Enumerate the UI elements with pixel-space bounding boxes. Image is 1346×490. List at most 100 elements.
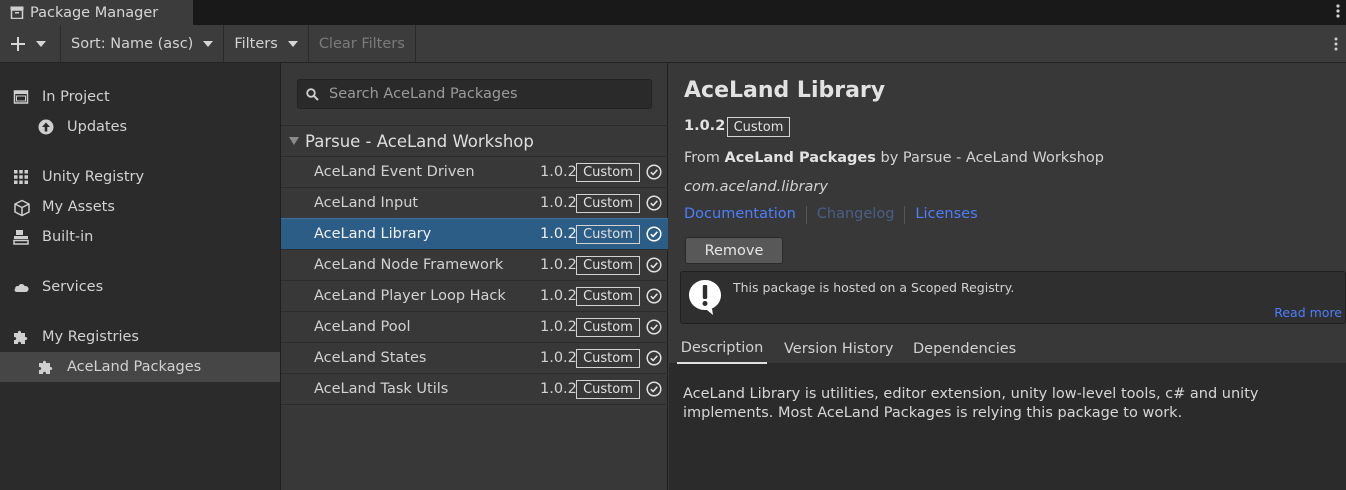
- filters-dropdown[interactable]: Filters: [224, 25, 309, 62]
- chevron-down-icon: [203, 40, 214, 47]
- sidebar-item-built-in[interactable]: Built-in: [0, 222, 280, 252]
- check-circle-icon: [646, 195, 662, 211]
- registry-name: AceLand Packages: [724, 150, 876, 166]
- cube-icon: [13, 199, 31, 217]
- sidebar-item-my-assets[interactable]: My Assets: [0, 192, 280, 222]
- package-row[interactable]: AceLand Node Framework 1.0.2 Custom: [281, 249, 668, 280]
- sidebar-item-label: My Assets: [42, 199, 115, 215]
- triangle-down-icon: [289, 137, 299, 145]
- package-source: From AceLand Packages by Parsue - AceLan…: [684, 150, 1104, 166]
- cloud-icon: [13, 279, 30, 295]
- custom-badge: Custom: [576, 163, 640, 182]
- package-version: 1.0.2: [540, 164, 577, 180]
- package-name: AceLand States: [314, 350, 427, 366]
- sidebar-item-services[interactable]: Services: [0, 272, 280, 302]
- tab-dependencies[interactable]: Dependencies: [913, 333, 1016, 364]
- package-name: AceLand Node Framework: [314, 257, 504, 273]
- puzzle-icon: [13, 329, 30, 346]
- package-row[interactable]: AceLand Pool 1.0.2 Custom: [281, 311, 668, 342]
- stack-icon: [13, 229, 29, 245]
- group-title: Parsue - AceLand Workshop: [305, 131, 534, 151]
- notice-message: This package is hosted on a Scoped Regis…: [733, 280, 1015, 295]
- list-divider: [281, 404, 668, 405]
- package-name: AceLand Library: [314, 226, 432, 242]
- check-circle-icon: [646, 164, 662, 180]
- scoped-registry-notice: This package is hosted on a Scoped Regis…: [680, 271, 1346, 324]
- custom-badge: Custom: [576, 349, 640, 368]
- package-icon: [10, 6, 24, 19]
- package-version: 1.0.2: [540, 288, 577, 304]
- check-circle-icon: [646, 319, 662, 335]
- package-version: 1.0.2: [540, 195, 577, 211]
- package-title: AceLand Library: [684, 78, 886, 103]
- check-circle-icon: [646, 381, 662, 397]
- package-links: Documentation Changelog Licenses: [684, 206, 978, 224]
- details-tabs: Description Version History Dependencies: [669, 333, 1346, 364]
- sidebar-item-unity-registry[interactable]: Unity Registry: [0, 162, 280, 192]
- window-icon: [13, 89, 29, 105]
- puzzle-icon: [38, 359, 55, 376]
- custom-badge: Custom: [576, 380, 640, 399]
- package-name: AceLand Event Driven: [314, 164, 475, 180]
- package-row-selected[interactable]: AceLand Library 1.0.2 Custom: [281, 218, 668, 249]
- sidebar-item-label: Updates: [67, 119, 128, 135]
- package-row[interactable]: AceLand States 1.0.2 Custom: [281, 342, 668, 373]
- tab-description[interactable]: Description: [677, 333, 767, 364]
- author-text: by Parsue - AceLand Workshop: [880, 150, 1104, 166]
- sidebar-item-updates[interactable]: Updates: [0, 112, 280, 142]
- link-separator: [904, 206, 906, 224]
- plus-icon: [10, 36, 26, 52]
- filters-label: Filters: [234, 35, 278, 52]
- tab-version-history[interactable]: Version History: [784, 333, 894, 364]
- package-name: AceLand Player Loop Hack: [314, 288, 506, 304]
- sidebar-item-label: Built-in: [42, 229, 94, 245]
- toolbar-menu-icon[interactable]: [1334, 37, 1338, 51]
- sidebar-item-my-registries[interactable]: My Registries: [0, 322, 280, 352]
- check-circle-icon: [646, 350, 662, 366]
- link-separator: [805, 206, 807, 224]
- from-prefix: From: [684, 150, 720, 166]
- toolbar: Sort: Name (asc) Filters Clear Filters: [0, 25, 1346, 63]
- search-input[interactable]: [329, 86, 629, 102]
- custom-badge: Custom: [576, 287, 640, 306]
- search-box[interactable]: [297, 79, 652, 109]
- package-group-header[interactable]: Parsue - AceLand Workshop: [281, 125, 668, 156]
- chevron-down-icon: [287, 40, 298, 47]
- sidebar-item-aceland-packages[interactable]: AceLand Packages: [0, 352, 280, 382]
- custom-badge: Custom: [727, 117, 790, 137]
- add-package-button[interactable]: [0, 25, 61, 62]
- sidebar-item-in-project[interactable]: In Project: [0, 82, 280, 112]
- changelog-link[interactable]: Changelog: [817, 206, 895, 224]
- package-row[interactable]: AceLand Task Utils 1.0.2 Custom: [281, 373, 668, 404]
- remove-button[interactable]: Remove: [685, 237, 783, 264]
- description-text: AceLand Library is utilities, editor ext…: [683, 386, 1259, 421]
- package-name: AceLand Task Utils: [314, 381, 449, 397]
- package-name: AceLand Input: [314, 195, 419, 211]
- package-row[interactable]: AceLand Input 1.0.2 Custom: [281, 187, 668, 218]
- read-more-link[interactable]: Read more: [1274, 305, 1342, 320]
- package-version: 1.0.2: [684, 118, 726, 134]
- sidebar: In Project Updates Unity Registry My Ass…: [0, 63, 281, 490]
- sort-dropdown[interactable]: Sort: Name (asc): [61, 25, 225, 62]
- clear-filters-button[interactable]: Clear Filters: [309, 25, 416, 62]
- package-version: 1.0.2: [540, 381, 577, 397]
- arrow-up-circle-icon: [38, 119, 54, 135]
- package-row[interactable]: AceLand Player Loop Hack 1.0.2 Custom: [281, 280, 668, 311]
- documentation-link[interactable]: Documentation: [684, 206, 796, 224]
- custom-badge: Custom: [576, 256, 640, 275]
- package-name: AceLand Pool: [314, 319, 411, 335]
- package-id: com.aceland.library: [684, 179, 828, 195]
- custom-badge: Custom: [576, 318, 640, 337]
- grid-icon: [13, 169, 29, 185]
- window-title-bar: Package Manager: [0, 0, 1346, 25]
- package-row[interactable]: AceLand Event Driven 1.0.2 Custom: [281, 156, 668, 187]
- check-circle-icon: [646, 226, 662, 242]
- sidebar-item-label: My Registries: [42, 329, 139, 345]
- sidebar-item-label: Unity Registry: [42, 169, 145, 185]
- window-tab[interactable]: Package Manager: [0, 0, 193, 25]
- window-menu-icon[interactable]: [1336, 3, 1340, 19]
- package-version: 1.0.2: [540, 226, 577, 242]
- sidebar-item-label: In Project: [42, 89, 110, 105]
- package-details-panel: AceLand Library 1.0.2 Custom From AceLan…: [669, 63, 1346, 490]
- licenses-link[interactable]: Licenses: [915, 206, 977, 224]
